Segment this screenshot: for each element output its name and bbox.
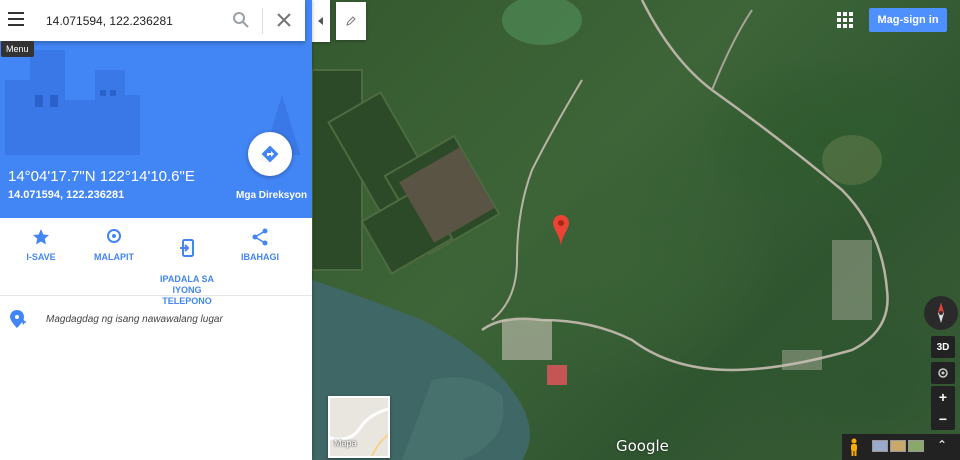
search-icon[interactable] (232, 11, 250, 29)
place-actions: I-SAVE MALAPIT IPADALA SA IYONG TELEPONO (0, 218, 312, 306)
my-location-icon (938, 368, 948, 378)
place-coordinates: 14.071594, 122.236281 (8, 189, 125, 201)
search-box (0, 0, 305, 41)
directions-label: Mga Direksyon (236, 190, 308, 201)
sign-in-button[interactable]: Mag-sign in (869, 8, 947, 32)
maps-app: Mag-sign in 3D + − Mapa Google ⌃ 14°04'1… (0, 0, 960, 460)
compass-icon (938, 303, 944, 323)
nearby-icon (107, 229, 121, 243)
imagery-thumb-2[interactable] (890, 440, 906, 452)
save-label: I-SAVE (26, 252, 56, 262)
satellite-map[interactable] (312, 0, 960, 460)
my-location-button[interactable] (931, 362, 955, 384)
imagery-thumb-3[interactable] (908, 440, 924, 452)
pegman-icon[interactable] (849, 438, 859, 456)
share-icon (252, 228, 268, 246)
edit-map-button[interactable] (336, 2, 366, 40)
map-view-toggle[interactable]: Mapa (328, 396, 390, 458)
expand-imagery-icon[interactable]: ⌃ (937, 438, 947, 452)
collapse-panel-button[interactable] (312, 0, 330, 42)
minimap-label: Mapa (334, 438, 357, 448)
chevron-left-icon (318, 17, 323, 25)
send-to-phone-icon (180, 239, 194, 257)
menu-icon[interactable] (8, 12, 26, 28)
share-button[interactable]: IBAHAGI (236, 228, 284, 263)
close-icon[interactable] (276, 12, 292, 28)
zoom-controls: + − (931, 386, 955, 430)
zoom-out-button[interactable]: − (931, 408, 955, 430)
directions-button[interactable] (248, 132, 292, 176)
directions-icon (261, 145, 279, 163)
nearby-button[interactable]: MALAPIT (90, 228, 138, 263)
share-label: IBAHAGI (241, 252, 279, 262)
menu-tooltip: Menu (1, 41, 34, 57)
google-logo: Google (616, 437, 669, 455)
location-pin-icon[interactable] (553, 215, 569, 247)
nearby-label: MALAPIT (94, 252, 134, 262)
imagery-thumb-1[interactable] (872, 440, 888, 452)
star-icon (33, 229, 49, 245)
save-button[interactable]: I-SAVE (20, 228, 62, 263)
side-panel: 14°04'17.7"N 122°14'10.6"E 14.071594, 12… (0, 0, 312, 460)
add-missing-place[interactable]: Magdagdag ng isang nawawalang lugar (0, 296, 312, 342)
pencil-icon (346, 16, 356, 26)
map-terrain (312, 0, 889, 460)
add-location-icon (10, 310, 26, 328)
place-title: 14°04'17.7"N 122°14'10.6"E (8, 168, 195, 185)
minimap-thumbnail (330, 407, 388, 456)
toggle-3d-button[interactable]: 3D (931, 336, 955, 358)
add-missing-place-label: Magdagdag ng isang nawawalang lugar (46, 314, 223, 325)
search-input[interactable] (46, 12, 226, 30)
search-divider (262, 8, 263, 34)
compass-button[interactable] (924, 296, 958, 330)
zoom-in-button[interactable]: + (931, 386, 955, 408)
apps-grid-icon[interactable] (837, 12, 853, 28)
